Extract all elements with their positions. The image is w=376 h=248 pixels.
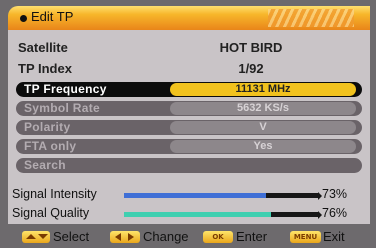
row-tp-frequency[interactable]: TP Frequency 11131 MHz [16,82,362,97]
signal-intensity-percent: 73% [322,187,348,201]
change-hint-label: Change [143,229,189,244]
exit-hint-label: Exit [323,229,345,244]
search-label: Search [24,158,66,172]
signal-intensity-fill [124,193,266,198]
signal-intensity-bar [124,193,318,198]
signal-quality-label: Signal Quality [12,206,90,220]
edit-tp-panel: Satellite HOT BIRD TP Index 1/92 TP Freq… [8,30,370,224]
select-hint-label: Select [53,229,90,244]
up-down-key-icon[interactable] [22,231,50,243]
tp-index-label: TP Index [18,61,72,76]
satellite-value: HOT BIRD [219,40,283,55]
signal-quality-fill [124,212,272,217]
symbol-rate-value[interactable]: 5632 KS/s [170,102,356,115]
row-search[interactable]: Search [16,158,362,173]
symbol-rate-label: Symbol Rate [24,101,100,115]
title-bar: Edit TP [8,6,370,30]
row-symbol-rate[interactable]: Symbol Rate 5632 KS/s [16,101,362,116]
tp-frequency-label: TP Frequency [24,82,107,96]
signal-quality-percent: 76% [322,206,348,220]
signal-quality-bar [124,212,318,217]
tp-frequency-value[interactable]: 11131 MHz [170,83,356,96]
bullet-icon [20,15,27,22]
enter-hint-label: Enter [236,229,268,244]
row-polarity[interactable]: Polarity V [16,120,362,135]
page-title: Edit TP [31,9,74,24]
menu-key-icon[interactable]: MENU [290,231,321,243]
decorative-stripes [268,9,354,27]
signal-intensity-label: Signal Intensity [12,187,97,201]
footer-hints: Select Change OK Enter MENU Exit [0,226,376,248]
fta-only-label: FTA only [24,139,77,153]
polarity-value[interactable]: V [170,121,356,134]
row-fta-only[interactable]: FTA only Yes [16,139,362,154]
satellite-label: Satellite [18,40,68,55]
fta-only-value[interactable]: Yes [170,140,356,153]
ok-key-icon[interactable]: OK [203,231,233,243]
left-right-key-icon[interactable] [110,231,140,243]
tp-index-value: 1/92 [238,61,264,76]
polarity-label: Polarity [24,120,71,134]
